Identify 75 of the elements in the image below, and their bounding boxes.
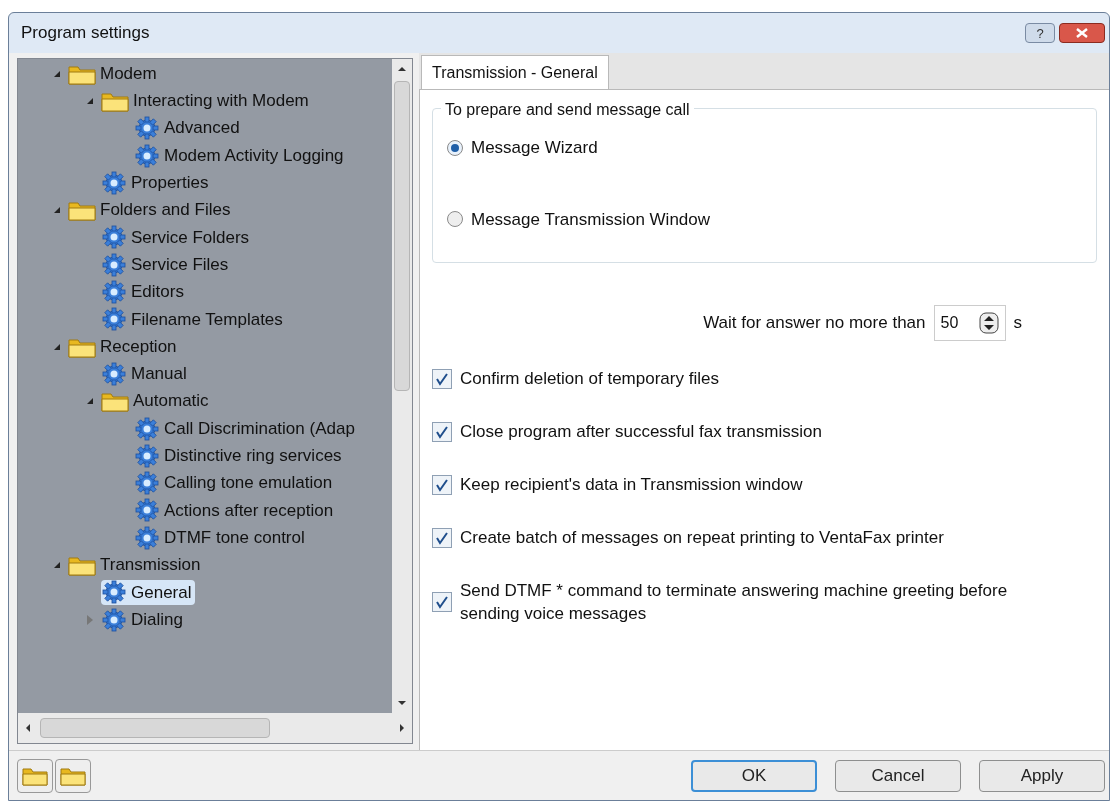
radio-option[interactable]: Message Transmission Window <box>447 206 1082 232</box>
gear-icon <box>101 307 127 332</box>
window-title: Program settings <box>21 22 150 45</box>
folder-icon <box>22 765 48 786</box>
gear-icon <box>134 498 160 523</box>
tree-item[interactable]: Advanced <box>134 115 244 141</box>
checkbox-option[interactable]: Send DTMF * command to terminate answering machine greeting before sending voice messages <box>432 579 1032 625</box>
tree-item[interactable]: Automatic <box>101 388 213 414</box>
gear-icon <box>134 416 160 441</box>
expanded-arrow-icon[interactable] <box>87 97 93 104</box>
radio-option[interactable]: Message Wizard <box>447 135 1082 161</box>
gear-icon <box>101 225 127 250</box>
tree-item[interactable]: Manual <box>101 361 191 387</box>
gear-icon <box>134 443 160 468</box>
tree-item[interactable]: Transmission <box>68 552 205 578</box>
radio-button[interactable] <box>447 139 463 156</box>
tree-item[interactable]: Interacting with Modem <box>101 88 313 114</box>
checkbox-option[interactable]: Create batch of messages on repeat printing to VentaFax printer <box>432 526 1032 549</box>
folder-icon <box>68 199 96 222</box>
expanded-arrow-icon[interactable] <box>54 207 60 214</box>
tree-item[interactable]: Distinctive ring services <box>134 443 346 469</box>
checkbox-option[interactable]: Confirm deletion of temporary files <box>432 367 1032 390</box>
gear-icon <box>101 280 127 304</box>
dialog-button[interactable]: OK <box>691 759 817 792</box>
checkbox[interactable] <box>432 527 452 548</box>
seconds-spin-field[interactable]: 50 <box>933 305 1006 341</box>
expanded-arrow-icon[interactable] <box>87 398 93 405</box>
checkbox[interactable] <box>432 474 452 495</box>
wait-label: Wait for answer no more than <box>703 312 926 335</box>
checkbox[interactable] <box>432 421 452 442</box>
expanded-arrow-icon[interactable] <box>54 70 60 77</box>
gear-icon <box>134 143 160 168</box>
tree-item[interactable]: Properties <box>101 170 213 196</box>
dialog-button[interactable]: Cancel <box>835 759 961 792</box>
folder-icon <box>60 765 86 786</box>
tree-item[interactable]: Service Folders <box>101 224 254 251</box>
close-icon <box>1076 28 1088 38</box>
tree-item[interactable]: Service Files <box>101 251 233 278</box>
tree-item[interactable]: Editors <box>101 279 188 305</box>
tree-item[interactable]: DTMF tone control <box>134 524 309 551</box>
close-button[interactable] <box>1059 23 1105 43</box>
tree-item[interactable]: Calling tone emulation <box>134 470 337 496</box>
checkbox-option[interactable]: Keep recipient's data in Transmission window <box>432 473 1032 496</box>
gear-icon <box>101 361 127 386</box>
dialog-button[interactable]: Apply <box>979 759 1105 792</box>
tree-item[interactable]: Modem Activity Logging <box>134 142 348 169</box>
checkbox[interactable] <box>432 592 452 612</box>
radio-button[interactable] <box>447 211 463 228</box>
folder-icon <box>68 554 96 576</box>
tree-item[interactable]: Call Discrimination (Adap <box>134 415 359 442</box>
folder-icon <box>101 390 129 413</box>
expanded-arrow-icon[interactable] <box>54 343 60 350</box>
horizontal-scrollbar[interactable] <box>18 713 412 743</box>
seconds-unit: s <box>1013 312 1022 335</box>
checkbox-option[interactable]: Close program after successful fax transmission <box>432 420 1032 443</box>
gear-icon <box>134 471 160 496</box>
help-button[interactable]: ? <box>1025 23 1055 43</box>
vertical-scrollbar[interactable] <box>392 59 412 713</box>
tree-item[interactable]: Reception <box>68 333 181 360</box>
tree-item[interactable]: Dialing <box>101 606 187 633</box>
gear-icon <box>101 607 127 632</box>
gear-icon <box>101 580 127 605</box>
tree-item[interactable]: Modem <box>68 60 161 87</box>
tree-item[interactable]: Filename Templates <box>101 306 287 333</box>
tree-item[interactable]: General <box>101 579 196 606</box>
gear-icon <box>134 525 160 550</box>
gear-icon <box>101 170 127 195</box>
tree-item[interactable]: Actions after reception <box>134 497 338 524</box>
checkbox[interactable] <box>432 368 452 389</box>
expanded-arrow-icon[interactable] <box>54 562 60 568</box>
spinner-arrows-icon[interactable] <box>978 312 999 334</box>
tree-item[interactable]: Folders and Files <box>68 197 235 223</box>
gear-icon <box>101 252 127 277</box>
settings-tab[interactable]: Transmission - General <box>421 55 609 89</box>
gear-icon <box>134 116 160 141</box>
